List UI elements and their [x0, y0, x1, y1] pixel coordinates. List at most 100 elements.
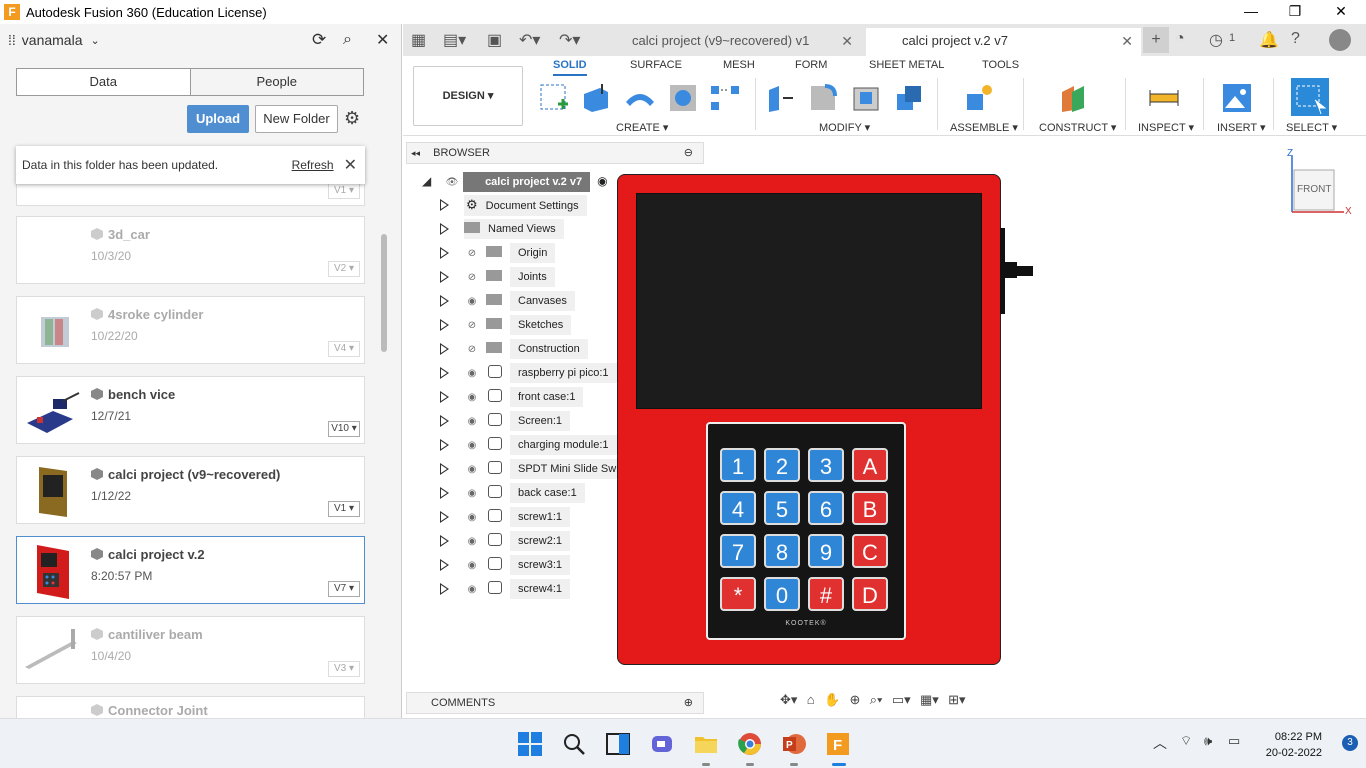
- orbit-icon[interactable]: ✥▾: [780, 692, 797, 708]
- eye-hidden-icon[interactable]: ⊘: [464, 268, 480, 288]
- tab-mesh[interactable]: MESH: [723, 59, 755, 71]
- eye-icon[interactable]: ◉: [464, 508, 480, 528]
- redo-icon[interactable]: ↷▾: [559, 30, 580, 50]
- eye-icon[interactable]: ◉: [464, 460, 480, 480]
- keypad-key[interactable]: 0: [764, 577, 800, 611]
- keypad-key[interactable]: 4: [720, 491, 756, 525]
- keypad[interactable]: 1 2 3 A 4 5 6 B 7 8 9 C * 0 # D: [706, 422, 906, 640]
- expand-icon[interactable]: [440, 343, 449, 355]
- version-badge[interactable]: V4 ▾: [328, 341, 360, 357]
- eye-icon[interactable]: ◉: [464, 484, 480, 504]
- tab-calci-v9[interactable]: calci project (v9~recovered) v1 ✕: [596, 28, 861, 56]
- collapse-icon[interactable]: ◂◂: [411, 148, 420, 158]
- modify-menu[interactable]: MODIFY ▾: [819, 121, 870, 134]
- apps-grid-icon[interactable]: ▦: [411, 30, 426, 50]
- eye-icon[interactable]: ◉: [464, 388, 480, 408]
- browser-item[interactable]: ⊘ Construction: [440, 339, 588, 360]
- expand-icon[interactable]: [440, 511, 449, 523]
- fillet-icon[interactable]: [807, 82, 839, 114]
- upload-button[interactable]: Upload: [187, 105, 249, 133]
- keypad-key[interactable]: 1: [720, 448, 756, 482]
- offset-plane-icon[interactable]: [1058, 82, 1090, 114]
- eye-hidden-icon[interactable]: ⊘: [464, 340, 480, 360]
- teams-chat-icon[interactable]: [649, 731, 675, 757]
- eye-hidden-icon[interactable]: ⊘: [464, 316, 480, 336]
- browser-item[interactable]: ◉ back case:1: [440, 483, 585, 504]
- list-item[interactable]: cantiliver beam 10/4/20 V3 ▾: [16, 616, 365, 684]
- insert-image-icon[interactable]: [1221, 82, 1253, 114]
- version-badge[interactable]: V1 ▾: [328, 501, 360, 517]
- viewports-icon[interactable]: ⊞▾: [948, 692, 965, 708]
- keypad-key[interactable]: 6: [808, 491, 844, 525]
- browser-item[interactable]: ⊘ Origin: [440, 243, 556, 264]
- file-explorer-icon[interactable]: [693, 731, 719, 757]
- minimize-panel-icon[interactable]: ⊖: [684, 143, 693, 163]
- measure-icon[interactable]: [1148, 82, 1180, 114]
- tab-surface[interactable]: SURFACE: [630, 59, 682, 71]
- clock[interactable]: 08:22 PM 20-02-2022: [1266, 729, 1322, 761]
- pan-icon[interactable]: ✋: [824, 692, 840, 708]
- tab-people[interactable]: People: [189, 69, 363, 95]
- collapse-root-icon[interactable]: ◢: [422, 174, 431, 188]
- minimize-button[interactable]: —: [1228, 0, 1274, 24]
- look-at-icon[interactable]: ⌂: [807, 692, 815, 707]
- create-menu[interactable]: CREATE ▾: [616, 121, 668, 134]
- keypad-key[interactable]: D: [852, 577, 888, 611]
- zoom-icon[interactable]: ⊕: [850, 692, 861, 708]
- tab-tools[interactable]: TOOLS: [982, 59, 1019, 71]
- hole-icon[interactable]: [667, 82, 699, 114]
- browser-item[interactable]: ⊘ Sketches: [440, 315, 572, 336]
- tab-calci-v2[interactable]: calci project v.2 v7 ✕: [866, 28, 1141, 56]
- version-badge[interactable]: V1 ▾: [328, 183, 360, 199]
- expand-icon[interactable]: [440, 535, 449, 547]
- expand-icon[interactable]: [440, 391, 449, 403]
- eye-icon[interactable]: ◉: [464, 436, 480, 456]
- search-icon[interactable]: [561, 731, 587, 757]
- keypad-key[interactable]: 3: [808, 448, 844, 482]
- scrollbar[interactable]: [381, 234, 387, 352]
- eye-icon[interactable]: ◉: [464, 292, 480, 312]
- refresh-icon[interactable]: ⟳: [312, 30, 326, 50]
- grid-icon[interactable]: ▦▾: [920, 692, 939, 708]
- browser-item[interactable]: ◉ raspberry pi pico:1: [440, 363, 617, 383]
- expand-icon[interactable]: [440, 367, 449, 379]
- powerpoint-icon[interactable]: P: [781, 731, 807, 757]
- chevron-down-icon[interactable]: ⌄: [90, 34, 99, 47]
- inspect-menu[interactable]: INSPECT ▾: [1138, 121, 1194, 134]
- browser-item[interactable]: ◉ front case:1: [440, 387, 584, 408]
- search-icon[interactable]: ⌕: [343, 31, 352, 49]
- keypad-key[interactable]: 8: [764, 534, 800, 568]
- display-screen[interactable]: [636, 193, 982, 409]
- file-icon[interactable]: ▤▾: [443, 30, 466, 50]
- expand-icon[interactable]: [440, 583, 449, 595]
- insert-menu[interactable]: INSERT ▾: [1217, 121, 1266, 134]
- expand-icon[interactable]: [440, 463, 449, 475]
- help-icon[interactable]: ?: [1291, 30, 1300, 48]
- press-pull-icon[interactable]: [765, 82, 797, 114]
- pattern-icon[interactable]: [709, 82, 741, 114]
- list-item-selected[interactable]: calci project v.2 8:20:57 PM V7 ▾: [16, 536, 365, 604]
- new-folder-button[interactable]: New Folder: [255, 105, 338, 133]
- keypad-key[interactable]: #: [808, 577, 844, 611]
- list-item[interactable]: calci project (v9~recovered) 1/12/22 V1 …: [16, 456, 365, 524]
- tab-data[interactable]: Data: [17, 69, 190, 95]
- eye-hidden-icon[interactable]: ⊘: [464, 244, 480, 264]
- expand-icon[interactable]: [440, 223, 449, 235]
- maximize-button[interactable]: ❐: [1272, 0, 1318, 24]
- display-settings-icon[interactable]: ▭▾: [892, 692, 911, 708]
- tab-solid[interactable]: SOLID: [553, 59, 587, 76]
- expand-icon[interactable]: [440, 199, 449, 211]
- fit-icon[interactable]: ⌕▾: [870, 692, 883, 708]
- expand-icon[interactable]: [440, 559, 449, 571]
- tab-form[interactable]: FORM: [795, 59, 827, 71]
- tab-sheet-metal[interactable]: SHEET METAL: [869, 59, 944, 71]
- keypad-key[interactable]: 2: [764, 448, 800, 482]
- browser-item[interactable]: ◉ Screen:1: [440, 411, 571, 431]
- add-comment-icon[interactable]: ⊕: [684, 693, 693, 713]
- wifi-icon[interactable]: ⌔: [1180, 733, 1192, 749]
- browser-item[interactable]: ◉ screw3:1: [440, 555, 571, 575]
- refresh-link[interactable]: Refresh: [292, 158, 334, 172]
- slide-switch[interactable]: [1000, 228, 1034, 314]
- keypad-key[interactable]: 7: [720, 534, 756, 568]
- eye-icon[interactable]: ◉: [464, 532, 480, 552]
